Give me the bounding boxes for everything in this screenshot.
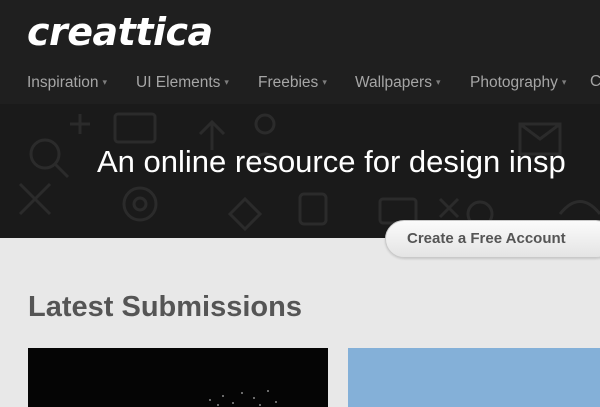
submission-thumbnail[interactable]	[28, 348, 328, 407]
nav-item-photography[interactable]: Photography ▾	[470, 70, 566, 95]
nav-item-label: Wallpapers	[355, 74, 432, 91]
chevron-down-icon: ▾	[224, 77, 229, 87]
chevron-down-icon: ▾	[561, 77, 567, 87]
nav-item-ui-elements[interactable]: UI Elements ▾	[136, 70, 229, 95]
nav-item-label: Freebies	[258, 74, 319, 91]
site-header: creattica Inspiration ▾ UI Elements ▾ Free…	[0, 0, 600, 104]
nav-item-freebies[interactable]: Freebies ▾	[258, 70, 327, 95]
chevron-down-icon: ▾	[435, 77, 441, 87]
hero-banner: An online resource for design insp	[0, 104, 600, 238]
site-logo[interactable]: creattica	[27, 10, 213, 54]
hero-tagline: An online resource for design insp	[97, 144, 566, 179]
nav-item-wallpapers[interactable]: Wallpapers ▾	[355, 70, 441, 95]
submission-thumbnail[interactable]	[348, 348, 600, 407]
create-account-button[interactable]: Create a Free Account	[385, 220, 600, 258]
nav-item-label: UI Elements	[136, 74, 221, 91]
nav-item-label: Photography	[470, 74, 558, 91]
starfield-image	[209, 390, 277, 406]
nav-item-inspiration[interactable]: Inspiration ▾	[27, 70, 107, 95]
nav-item-truncated[interactable]: C	[590, 70, 600, 94]
chevron-down-icon: ▾	[102, 77, 108, 87]
chevron-down-icon: ▾	[322, 77, 327, 87]
nav-item-label: C	[590, 73, 600, 90]
section-title: Latest Submissions	[28, 291, 302, 323]
nav-item-label: Inspiration	[27, 74, 99, 91]
